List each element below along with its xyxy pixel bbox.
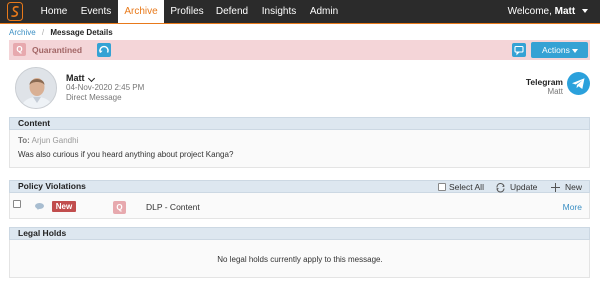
content-section-header: Content [9, 117, 590, 130]
channel-user: Matt [547, 87, 563, 96]
recipient-value: Arjun Gandhi [31, 136, 79, 145]
status-badge: New [52, 201, 76, 212]
quarantine-label: Quarantined [32, 45, 83, 55]
avatar-photo [16, 68, 56, 108]
refresh-icon[interactable] [495, 182, 506, 193]
more-link[interactable]: More [563, 202, 582, 212]
avatar [15, 67, 57, 109]
user-menu[interactable]: Welcome, Matt [508, 0, 588, 23]
breadcrumb: Archive / Message Details [9, 27, 113, 38]
nav-events[interactable]: Events [76, 0, 116, 23]
breadcrumb-separator: / [41, 28, 45, 37]
channel-name: Telegram [525, 77, 563, 87]
message-date: 04-Nov-2020 2:45 PM [66, 83, 145, 92]
chevron-down-icon[interactable] [87, 74, 96, 83]
nav-accent-line [0, 23, 600, 24]
paper-plane-icon [572, 78, 585, 89]
caret-down-icon [572, 49, 578, 53]
row-checkbox[interactable] [13, 200, 21, 208]
chevron-down-icon [582, 9, 588, 14]
plus-icon[interactable] [551, 183, 560, 192]
breadcrumb-archive-link[interactable]: Archive [9, 28, 36, 37]
nav-profiles[interactable]: Profiles [166, 0, 208, 23]
message-text: Was also curious if you heard anything a… [18, 150, 234, 159]
comment-button[interactable] [512, 43, 526, 57]
telegram-icon [567, 72, 590, 95]
legal-holds-empty-text: No legal holds currently apply to this m… [217, 255, 383, 264]
actions-button[interactable]: Actions [531, 42, 588, 58]
content-section-body [9, 130, 590, 168]
sender-name[interactable]: Matt [66, 73, 85, 83]
restore-icon [98, 45, 109, 53]
policy-violations-body [9, 193, 590, 219]
legal-holds-title: Legal Holds [18, 228, 67, 238]
content-section-title: Content [18, 118, 51, 128]
new-violation-button[interactable]: New [565, 182, 582, 193]
nav-admin[interactable]: Admin [306, 0, 342, 23]
welcome-user: Matt [554, 6, 576, 17]
quarantine-icon: Q [13, 43, 26, 56]
top-nav: Home Events Archive Profiles Defend Insi… [0, 0, 600, 23]
comment-icon [514, 45, 524, 56]
restore-button[interactable] [97, 43, 111, 57]
comment-icon [35, 203, 44, 210]
nav-insights[interactable]: Insights [256, 0, 302, 23]
nav-defend[interactable]: Defend [212, 0, 252, 23]
update-button[interactable]: Update [510, 182, 537, 193]
quarantine-icon: Q [113, 201, 126, 214]
logo-icon[interactable] [7, 2, 23, 21]
message-type: Direct Message [66, 93, 122, 102]
nav-archive[interactable]: Archive [118, 0, 164, 23]
recipient-line: To: Arjun Gandhi [18, 136, 78, 145]
policy-name: DLP - Content [146, 202, 200, 212]
nav-home[interactable]: Home [34, 0, 74, 23]
welcome-text: Welcome, [507, 6, 552, 17]
select-all-label[interactable]: Select All [449, 182, 484, 193]
legal-holds-header: Legal Holds [9, 227, 590, 240]
select-all-checkbox[interactable] [438, 183, 446, 191]
actions-label: Actions [542, 45, 570, 55]
page-title: Message Details [50, 28, 113, 37]
policy-violations-title: Policy Violations [18, 181, 86, 191]
quarantine-bar: Q Quarantined Actions [9, 40, 590, 60]
recipient-label: To: [18, 136, 30, 145]
